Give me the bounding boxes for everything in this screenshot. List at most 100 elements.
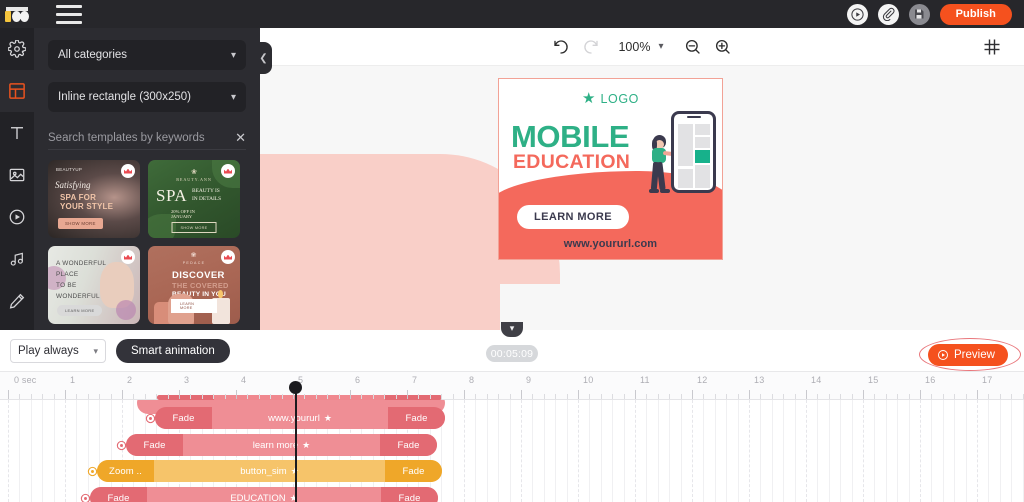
- ruler-tick-minor: [817, 394, 819, 399]
- banner-cta-button[interactable]: LEARN MORE: [517, 205, 629, 229]
- thumb4-cta: LEARN MORE: [171, 299, 217, 313]
- animation-out-segment[interactable]: Fade: [380, 434, 437, 456]
- ruler-tick-major: [521, 390, 522, 399]
- ruler-tick-major: [464, 390, 465, 399]
- ruler-tick-minor: [475, 394, 477, 399]
- banner-url-text[interactable]: www.yoururl.com: [499, 238, 722, 250]
- track-grid-line-minor: [999, 400, 1001, 502]
- ruler-tick-minor: [19, 394, 21, 399]
- track-grid-line-minor: [657, 400, 659, 502]
- banner-logo[interactable]: ★ LOGO: [582, 91, 639, 106]
- category-select[interactable]: All categories ▾: [48, 40, 246, 70]
- track-education[interactable]: Fade Fade EDUCATION ★: [90, 487, 438, 502]
- app-logo[interactable]: [0, 0, 34, 28]
- close-x-icon[interactable]: ✕: [229, 130, 246, 146]
- thumb4-brand: PEDACE: [182, 261, 206, 265]
- play-circle-icon[interactable]: [846, 3, 868, 25]
- banner-headline[interactable]: MOBILE: [511, 121, 630, 152]
- ruler-label-3: 3: [184, 375, 190, 385]
- animation-in-segment[interactable]: Fade: [126, 434, 183, 456]
- animation-in-segment[interactable]: Fade: [155, 407, 212, 429]
- preview-button-label: Preview: [954, 349, 995, 361]
- ruler-tick-minor: [760, 394, 762, 399]
- sidebar-item-templates[interactable]: [0, 70, 34, 112]
- creatopy-logo-icon: [4, 6, 30, 22]
- smart-animation-button[interactable]: Smart animation: [116, 339, 230, 363]
- ruler-label-12: 12: [697, 375, 708, 385]
- ruler-tick-minor: [270, 394, 272, 399]
- ruler-tick-minor: [874, 394, 876, 399]
- track-grid-line-minor: [623, 400, 625, 502]
- sidebar-item-draw[interactable]: [0, 280, 34, 322]
- track-grid-line: [578, 400, 579, 502]
- animation-in-segment[interactable]: Fade: [90, 487, 147, 502]
- preview-button[interactable]: Preview: [928, 344, 1008, 366]
- publish-button[interactable]: Publish: [939, 3, 1012, 25]
- zoom-out-icon[interactable]: [678, 32, 708, 62]
- redo-arrow-icon[interactable]: [576, 32, 606, 62]
- sidebar-item-image[interactable]: [0, 154, 34, 196]
- animation-in-segment[interactable]: Zoom ..: [97, 460, 154, 482]
- template-search-row: ✕: [48, 126, 246, 150]
- track-body[interactable]: [154, 460, 385, 482]
- ruler-label-2: 2: [127, 375, 133, 385]
- ruler-tick-minor: [99, 394, 101, 399]
- animation-out-label: Fade: [405, 412, 428, 424]
- track-body[interactable]: [147, 487, 381, 502]
- playhead-handle[interactable]: [289, 381, 302, 394]
- size-select[interactable]: Inline rectangle (300x250) ▾: [48, 82, 246, 112]
- track-grid-line-minor: [965, 400, 967, 502]
- ruler-label-16: 16: [925, 375, 936, 385]
- ruler-tick-major: [977, 390, 978, 399]
- track-grid-line-minor: [680, 400, 682, 502]
- track-www-yoururl[interactable]: Fade Fade www.yoururl ★: [155, 407, 445, 429]
- ruler-tick-minor: [509, 394, 511, 399]
- play-mode-select[interactable]: Play always ▾: [10, 339, 106, 363]
- chevron-down-icon[interactable]: ▾: [658, 41, 663, 52]
- thumb1-line1: Satisfying: [55, 180, 91, 190]
- track-grid-line: [806, 400, 807, 502]
- floppy-save-icon[interactable]: [908, 3, 930, 25]
- template-satisfying-spa[interactable]: BEAUTYUP Satisfying SPA FOR YOUR STYLE S…: [48, 160, 140, 238]
- timeline-timestamp: 00:05:09: [486, 345, 538, 362]
- zoom-in-icon[interactable]: [708, 32, 738, 62]
- hamburger-icon[interactable]: [56, 4, 82, 24]
- template-wonderful-place[interactable]: A WONDERFUL PLACE TO BE WONDERFUL LEARN …: [48, 246, 140, 324]
- thumb4-line2: THE COVERED: [172, 281, 229, 290]
- animation-out-segment[interactable]: Fade: [388, 407, 445, 429]
- grid-hash-icon[interactable]: [982, 37, 1002, 57]
- banner-subheadline[interactable]: EDUCATION: [513, 152, 630, 173]
- track-button-sim[interactable]: Zoom ..Fadebutton_sim★: [97, 460, 442, 482]
- animation-out-segment[interactable]: Fade: [381, 487, 438, 502]
- track-body[interactable]: [183, 434, 380, 456]
- sidebar-item-audio[interactable]: [0, 238, 34, 280]
- track-grid-line-minor: [737, 400, 739, 502]
- panel-collapse-toggle[interactable]: ❮: [255, 42, 272, 74]
- track-grid-line-minor: [828, 400, 830, 502]
- sidebar-item-text[interactable]: [0, 112, 34, 154]
- ad-banner[interactable]: ★ LOGO MOBILE EDUCATION LEARN MORE www.y…: [498, 78, 723, 260]
- play-mode-value: Play always: [18, 345, 79, 357]
- track-grid-line-minor: [817, 400, 819, 502]
- animation-in-label: Fade: [143, 439, 166, 451]
- paperclip-icon[interactable]: [877, 3, 899, 25]
- ruler-tick-minor: [30, 394, 32, 399]
- thumb1-cta: SHOW MORE: [58, 218, 103, 229]
- sidebar-item-video[interactable]: [0, 196, 34, 238]
- template-discover-beauty[interactable]: ❀ PEDACE DISCOVER THE COVERED BEAUTY IN …: [148, 246, 240, 324]
- sidebar-item-settings[interactable]: [0, 28, 34, 70]
- undo-arrow-icon[interactable]: [546, 32, 576, 62]
- track-grid-line-minor: [931, 400, 933, 502]
- track-body[interactable]: [212, 407, 388, 429]
- track-learn-more[interactable]: Fade Fade learn more ★: [126, 434, 437, 456]
- ruler-tick-minor: [201, 394, 203, 399]
- animation-out-segment[interactable]: Fade: [385, 460, 442, 482]
- template-spa-beauty[interactable]: ❀ BEAUTY.ANN SPA BEAUTY IS IN DETAILS 20…: [148, 160, 240, 238]
- ruler-tick-major: [407, 390, 408, 399]
- ruler-tick-minor: [885, 394, 887, 399]
- search-input[interactable]: [48, 131, 230, 144]
- timeline-ruler[interactable]: 0 sec 1 2 3 4 5 6 7 8 9 10 11 12 13 14 15 16 17: [0, 372, 1024, 400]
- thumb2-cta: SHOW MORE: [171, 222, 217, 233]
- animation-out-label: Fade: [398, 492, 421, 502]
- timeline-collapse-toggle[interactable]: ▾: [501, 322, 523, 337]
